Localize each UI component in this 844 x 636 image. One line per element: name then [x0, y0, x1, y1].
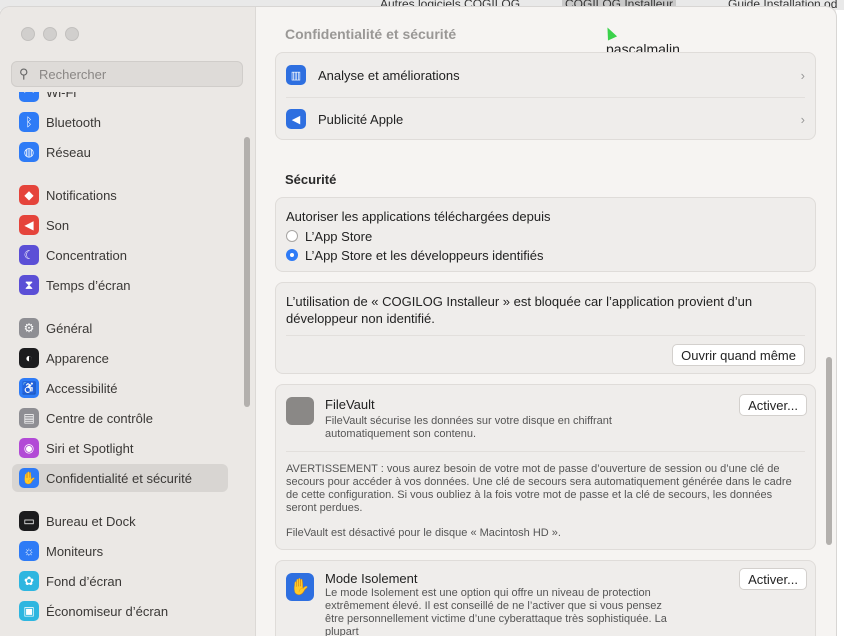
- sidebar-item[interactable]: ◀ Son: [12, 211, 228, 239]
- sidebar-item-label: Temps d’écran: [46, 277, 131, 293]
- filevault-status: FileVault est désactivé pour le disque «…: [286, 527, 561, 539]
- sidebar: ⚲ Rechercher ◠ Wi-Fi ᛒ Bluetooth ◍ Réseau ◆ Not…: [0, 7, 256, 636]
- sidebar-item-icon: ⧗: [19, 275, 39, 295]
- sidebar-item[interactable]: ◠ Wi-Fi: [12, 92, 228, 106]
- sidebar-item[interactable]: ◍ Réseau: [12, 138, 228, 166]
- sidebar-item[interactable]: ▤ Centre de contrôle: [12, 404, 228, 432]
- background-window: [836, 10, 844, 636]
- sidebar-item[interactable]: ⧗ Temps d’écran: [12, 271, 228, 299]
- filevault-card: FileVault FileVault sécurise les données…: [275, 384, 816, 550]
- sidebar-item-icon: ♿: [19, 378, 39, 398]
- sidebar-item-label: Réseau: [46, 144, 91, 160]
- sidebar-item[interactable]: ◆ Notifications: [12, 181, 228, 209]
- sidebar-item[interactable]: ⚙ Général: [12, 314, 228, 342]
- main-scrollbar[interactable]: [826, 357, 832, 545]
- blocked-message: L’utilisation de « COGILOG Installeur » …: [286, 294, 753, 326]
- sidebar-item[interactable]: ◉ Siri et Spotlight: [12, 434, 228, 462]
- sidebar-item-icon: ⚙: [19, 318, 39, 338]
- sidebar-item-icon: ◀: [19, 215, 39, 235]
- sidebar-item-label: Notifications: [46, 187, 117, 203]
- sidebar-item-label: Moniteurs: [46, 543, 104, 559]
- row-label: Analyse et améliorations: [318, 67, 460, 83]
- sidebar-item-label: Apparence: [46, 350, 109, 366]
- sidebar-item-label: Son: [46, 217, 70, 233]
- sidebar-item-icon: ✿: [19, 571, 39, 591]
- radio-identified-devs[interactable]: [286, 249, 298, 261]
- sidebar-item-icon: ᛒ: [19, 112, 39, 132]
- minimize-button[interactable]: [43, 27, 57, 41]
- sidebar-item-label: Confidentialité et sécurité: [46, 470, 192, 486]
- sidebar-item-icon: ◉: [19, 438, 39, 458]
- row-analyse[interactable]: ▥ Analyse et améliorations ›: [276, 53, 815, 97]
- sidebar-item-icon: ◠: [19, 92, 39, 102]
- chevron-right-icon: ›: [800, 111, 805, 127]
- filevault-activate-button[interactable]: Activer...: [739, 394, 807, 416]
- sidebar-item-icon: ▭: [19, 511, 39, 531]
- sidebar-item-icon: ▤: [19, 408, 39, 428]
- sidebar-item-label: Wi-Fi: [46, 92, 77, 100]
- blocked-app-card: L’utilisation de « COGILOG Installeur » …: [275, 282, 816, 374]
- radio-app-store-label[interactable]: L’App Store: [305, 229, 372, 244]
- sidebar-item[interactable]: ✿ Fond d’écran: [12, 567, 228, 595]
- privacy-list-card: ▥ Analyse et améliorations › ◀ Publicité…: [275, 52, 816, 140]
- section-title-security: Sécurité: [285, 172, 337, 187]
- sidebar-item-icon: ◍: [19, 142, 39, 162]
- divider: [286, 451, 805, 452]
- sidebar-item-label: Siri et Spotlight: [46, 440, 134, 456]
- settings-window: ⚲ Rechercher ◠ Wi-Fi ᛒ Bluetooth ◍ Réseau ◆ Not…: [0, 7, 836, 636]
- allow-apps-card: Autoriser les applications téléchargées …: [275, 197, 816, 272]
- sidebar-item[interactable]: ♿ Accessibilité: [12, 374, 228, 402]
- search-input[interactable]: ⚲ Rechercher: [11, 61, 243, 87]
- sidebar-item[interactable]: ☼ Moniteurs: [12, 537, 228, 565]
- hand-icon: ✋: [286, 573, 314, 601]
- megaphone-icon: ◀: [286, 109, 306, 129]
- sidebar-item-label: Accessibilité: [46, 380, 118, 396]
- lockdown-title: Mode Isolement: [325, 571, 418, 586]
- close-button[interactable]: [21, 27, 35, 41]
- lockdown-description: Le mode Isolement est une option qui off…: [325, 587, 667, 636]
- sidebar-item-label: Concentration: [46, 247, 127, 263]
- sidebar-item-label: Économiseur d’écran: [46, 603, 169, 619]
- page-title: Confidentialité et sécurité: [285, 26, 457, 42]
- radio-app-store[interactable]: [286, 230, 298, 242]
- divider: [286, 335, 805, 336]
- sidebar-item-label: Fond d’écran: [46, 573, 122, 589]
- window-controls: [21, 27, 79, 41]
- sidebar-item-icon: ◐: [19, 348, 39, 368]
- sidebar-item[interactable]: ◐ Apparence: [12, 344, 228, 372]
- sidebar-item[interactable]: ▣ Économiseur d’écran: [12, 597, 228, 625]
- filevault-title: FileVault: [325, 397, 375, 412]
- sidebar-item-icon: ☼: [19, 541, 39, 561]
- zoom-button[interactable]: [65, 27, 79, 41]
- sidebar-item-icon: ✋: [19, 468, 39, 488]
- row-publicite[interactable]: ◀ Publicité Apple ›: [276, 97, 815, 141]
- search-icon: ⚲: [19, 66, 29, 81]
- sidebar-item-label: Général: [46, 320, 93, 336]
- sidebar-list: ◠ Wi-Fi ᛒ Bluetooth ◍ Réseau ◆ Notifications ◀ So…: [0, 92, 240, 636]
- sidebar-item-icon: ◆: [19, 185, 39, 205]
- sidebar-item-label: Centre de contrôle: [46, 410, 153, 426]
- sidebar-item[interactable]: ✋ Confidentialité et sécurité: [12, 464, 228, 492]
- row-label: Publicité Apple: [318, 111, 404, 127]
- sidebar-item[interactable]: ᛒ Bluetooth: [12, 108, 228, 136]
- sidebar-item-icon: ▣: [19, 601, 39, 621]
- filevault-description: FileVault sécurise les données sur votre…: [325, 415, 612, 440]
- sidebar-item-icon: ☾: [19, 245, 39, 265]
- sidebar-item-label: Bureau et Dock: [46, 513, 136, 529]
- chart-icon: ▥: [286, 65, 306, 85]
- lockdown-card: ✋ Mode Isolement Le mode Isolement est u…: [275, 560, 816, 636]
- main-pane: Confidentialité et sécurité pascalmalin.…: [256, 7, 836, 636]
- radio-identified-devs-label[interactable]: L’App Store et les développeurs identifi…: [305, 248, 544, 263]
- open-anyway-button[interactable]: Ouvrir quand même: [672, 344, 805, 366]
- sidebar-item-label: Bluetooth: [46, 114, 101, 130]
- filevault-warning: AVERTISSEMENT : vous aurez besoin de vot…: [286, 463, 792, 514]
- house-lock-icon: [286, 397, 314, 425]
- lockdown-activate-button[interactable]: Activer...: [739, 568, 807, 590]
- search-placeholder: Rechercher: [39, 67, 107, 82]
- chevron-right-icon: ›: [800, 67, 805, 83]
- sidebar-item[interactable]: ☾ Concentration: [12, 241, 228, 269]
- sidebar-scrollbar[interactable]: [244, 137, 250, 407]
- allow-label: Autoriser les applications téléchargées …: [286, 209, 551, 224]
- sidebar-item[interactable]: ▭ Bureau et Dock: [12, 507, 228, 535]
